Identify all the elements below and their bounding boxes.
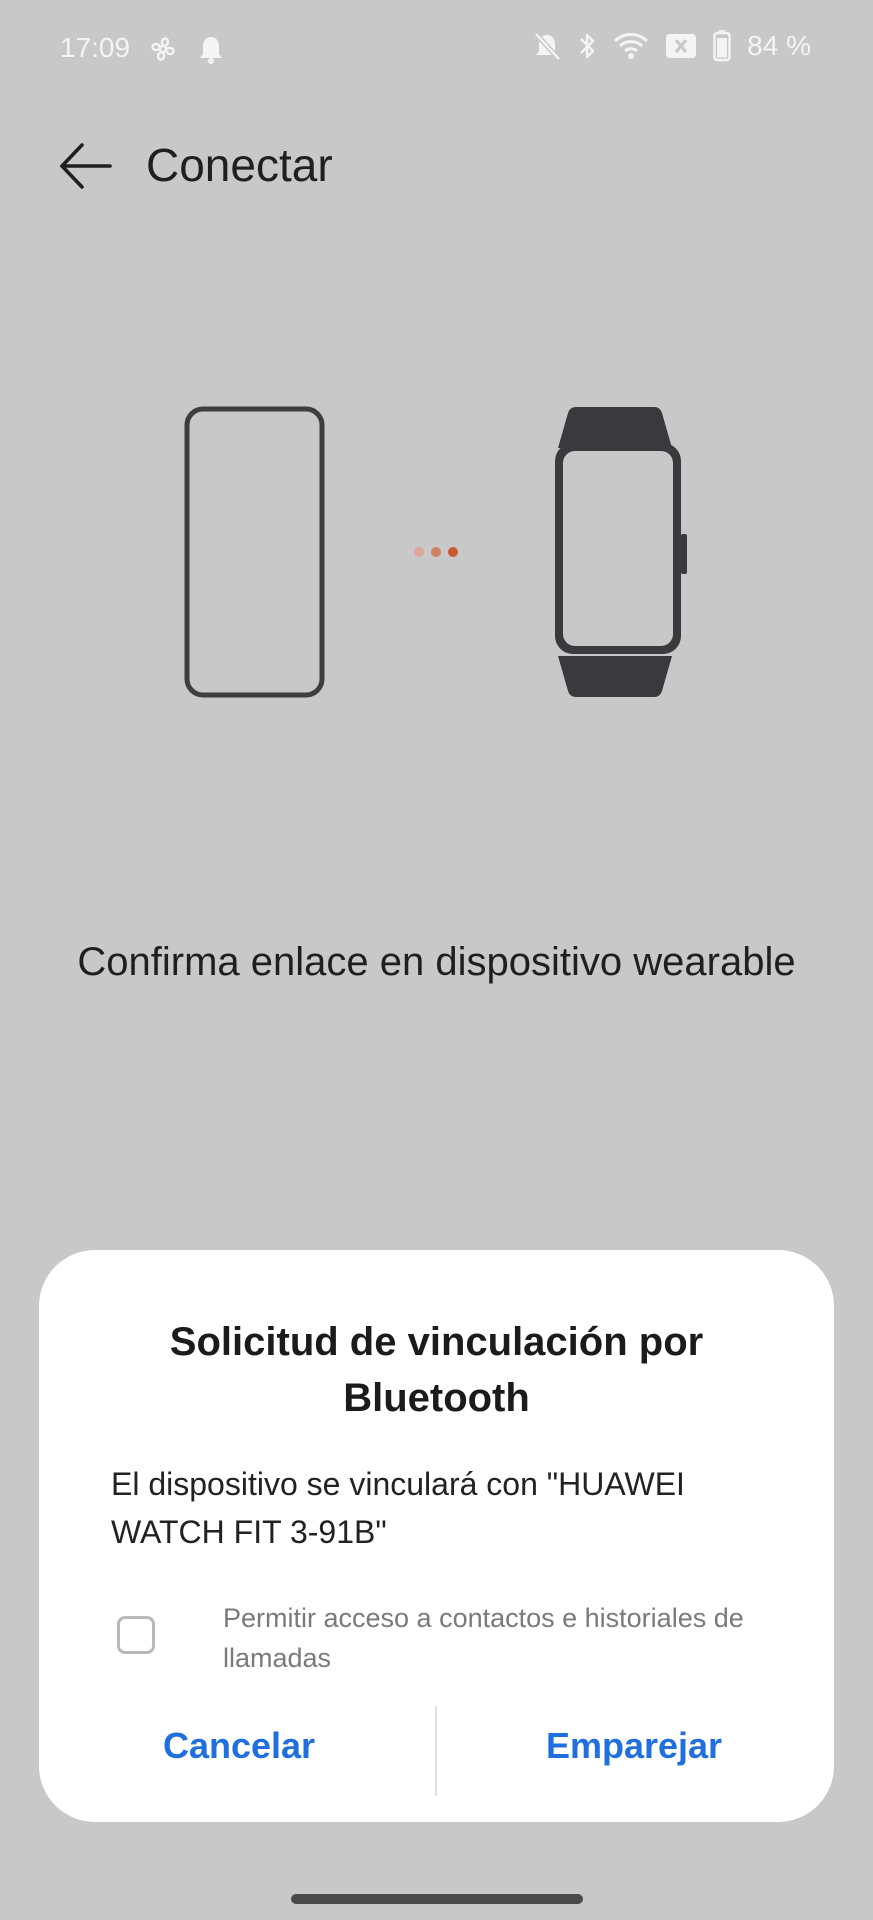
status-left-icons xyxy=(148,34,224,64)
wifi-icon xyxy=(613,31,649,61)
battery-percent: 84 % xyxy=(747,30,811,61)
status-right: 84 % xyxy=(533,30,811,62)
pair-button[interactable]: Emparejar xyxy=(459,1700,809,1790)
contacts-permission-row[interactable]: Permitir acceso a contactos e historiale… xyxy=(117,1598,807,1688)
fan-icon xyxy=(148,34,178,64)
bluetooth-icon xyxy=(577,31,597,61)
pairing-illustration xyxy=(184,406,687,698)
contacts-permission-checkbox[interactable] xyxy=(117,1616,155,1654)
back-button[interactable] xyxy=(54,134,118,198)
page-title: Conectar xyxy=(146,139,333,191)
button-divider xyxy=(435,1706,437,1796)
bell-off-icon xyxy=(533,31,562,61)
back-arrow-icon xyxy=(60,143,112,189)
confirm-message: Confirma enlace en dispositivo wearable xyxy=(77,940,796,984)
phone-outline-icon xyxy=(184,406,325,698)
status-bar: 17:09 84 % xyxy=(0,0,873,100)
home-indicator[interactable] xyxy=(291,1894,583,1904)
cancel-button[interactable]: Cancelar xyxy=(79,1700,399,1790)
dot-3 xyxy=(448,547,458,557)
dialog-title: Solicitud de vinculación por Bluetooth xyxy=(169,1320,704,1420)
dot-2 xyxy=(431,547,441,557)
connecting-dots xyxy=(414,547,458,557)
status-time: 17:09 xyxy=(60,32,131,63)
dialog-message: El dispositivo se vinculará con "HUAWEI … xyxy=(111,1466,685,1550)
bell-icon xyxy=(198,34,224,64)
fitness-band-icon xyxy=(555,407,687,697)
contacts-permission-label: Permitir acceso a contactos e historiale… xyxy=(223,1603,744,1673)
bluetooth-pairing-dialog: Solicitud de vinculación por Bluetooth E… xyxy=(39,1250,834,1822)
battery-icon xyxy=(713,30,731,62)
dot-1 xyxy=(414,547,424,557)
sim-x-icon xyxy=(665,33,697,59)
